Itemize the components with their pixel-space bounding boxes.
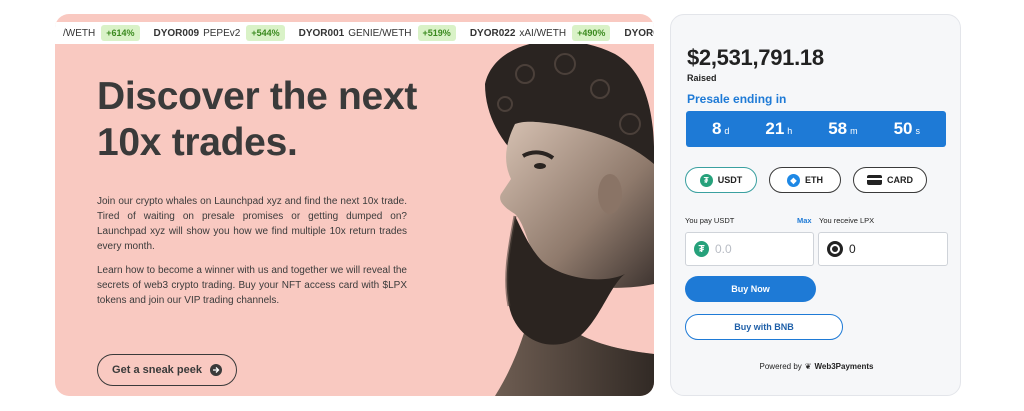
- pay-card-button[interactable]: CARD: [853, 167, 927, 193]
- ticker-item[interactable]: /WETH +614%: [63, 25, 140, 41]
- pay-option-label: ETH: [805, 175, 823, 185]
- pay-eth-button[interactable]: ◆ ETH: [769, 167, 841, 193]
- countdown-value: 8: [711, 119, 722, 138]
- web3payments-logo-icon: ❦: [804, 362, 812, 371]
- ticker-item[interactable]: DYOR022 xAI/WETH +490%: [470, 25, 611, 41]
- ticker-item[interactable]: DYOR008: [624, 28, 654, 39]
- receive-amount-field[interactable]: 0: [818, 232, 948, 266]
- you-pay-label: You pay USDT: [685, 216, 735, 225]
- price-ticker: /WETH +614% DYOR009 PEPEv2 +544% DYOR001…: [55, 22, 654, 44]
- hero-paragraph-intro: Join our crypto whales on Launchpad xyz …: [97, 196, 407, 252]
- countdown-value: 58: [828, 119, 848, 138]
- ethereum-icon: ◆: [787, 173, 800, 187]
- receive-amount-value: 0: [849, 242, 856, 256]
- ticker-symbol: DYOR022: [469, 27, 516, 39]
- ticker-pair: xAI/WETH: [519, 27, 567, 39]
- pay-amount-field[interactable]: ₮: [685, 232, 814, 266]
- raised-amount: $2,531,791.18: [687, 45, 824, 70]
- portrait-image: [485, 44, 654, 396]
- countdown-value: 21: [765, 119, 785, 138]
- pay-option-label: CARD: [887, 175, 913, 185]
- hero-banner: /WETH +614% DYOR009 PEPEv2 +544% DYOR001…: [55, 14, 654, 396]
- powered-by: Powered by ❦ Web3Payments: [671, 362, 962, 371]
- countdown-seconds: 50 s: [894, 119, 920, 139]
- buy-with-bnb-button[interactable]: Buy with BNB: [685, 314, 843, 340]
- credit-card-icon: [867, 175, 882, 185]
- you-receive-label: You receive LPX: [819, 216, 875, 225]
- arrow-right-icon: [209, 364, 222, 376]
- hero-title: Discover the next 10x trades.: [97, 75, 418, 164]
- ticker-item[interactable]: DYOR009 PEPEv2 +544%: [154, 25, 285, 41]
- hero-paragraph-secondary: Learn how to become a winner with us and…: [97, 265, 407, 306]
- pay-amount-input[interactable]: [715, 242, 805, 256]
- ticker-change: +544%: [246, 25, 285, 41]
- ticker-pair: /WETH: [63, 27, 96, 39]
- max-button[interactable]: Max: [797, 216, 812, 225]
- countdown-unit: s: [915, 126, 920, 136]
- lpx-token-icon: [827, 241, 843, 257]
- countdown-days: 8 d: [712, 119, 729, 139]
- countdown-unit: h: [787, 126, 793, 136]
- presale-ending-label: Presale ending in: [687, 92, 787, 106]
- presale-panel: $2,531,791.18 Raised Presale ending in 8…: [670, 14, 961, 396]
- countdown-hours: 21 h: [765, 119, 792, 139]
- raised-label: Raised: [687, 73, 717, 83]
- countdown-value: 50: [893, 119, 913, 138]
- pay-usdt-button[interactable]: ₮ USDT: [685, 167, 757, 193]
- tether-icon: ₮: [699, 173, 713, 187]
- ticker-pair: GENIE/WETH: [348, 27, 412, 39]
- buy-now-button[interactable]: Buy Now: [685, 276, 816, 302]
- countdown-minutes: 58 m: [828, 119, 857, 139]
- ticker-change: +490%: [572, 25, 611, 41]
- ticker-symbol: DYOR001: [298, 27, 345, 39]
- ticker-change: +519%: [417, 25, 456, 41]
- ticker-change: +614%: [101, 25, 140, 41]
- ticker-symbol: DYOR008: [624, 27, 654, 39]
- sneak-peek-button[interactable]: Get a sneak peek: [97, 354, 237, 386]
- ticker-item[interactable]: DYOR001 GENIE/WETH +519%: [299, 25, 456, 41]
- powered-by-brand: Web3Payments: [814, 362, 874, 371]
- pay-option-label: USDT: [717, 175, 743, 185]
- ticker-pair: PEPEv2: [203, 27, 241, 39]
- countdown-timer: 8 d 21 h 58 m 50 s: [686, 111, 946, 147]
- sneak-peek-label: Get a sneak peek: [112, 364, 202, 376]
- tether-icon: ₮: [694, 241, 709, 257]
- payment-method-selector: ₮ USDT ◆ ETH CARD: [685, 167, 927, 193]
- powered-by-label: Powered by: [759, 362, 802, 371]
- countdown-unit: m: [850, 126, 858, 136]
- countdown-unit: d: [724, 126, 730, 136]
- ticker-symbol: DYOR009: [153, 27, 200, 39]
